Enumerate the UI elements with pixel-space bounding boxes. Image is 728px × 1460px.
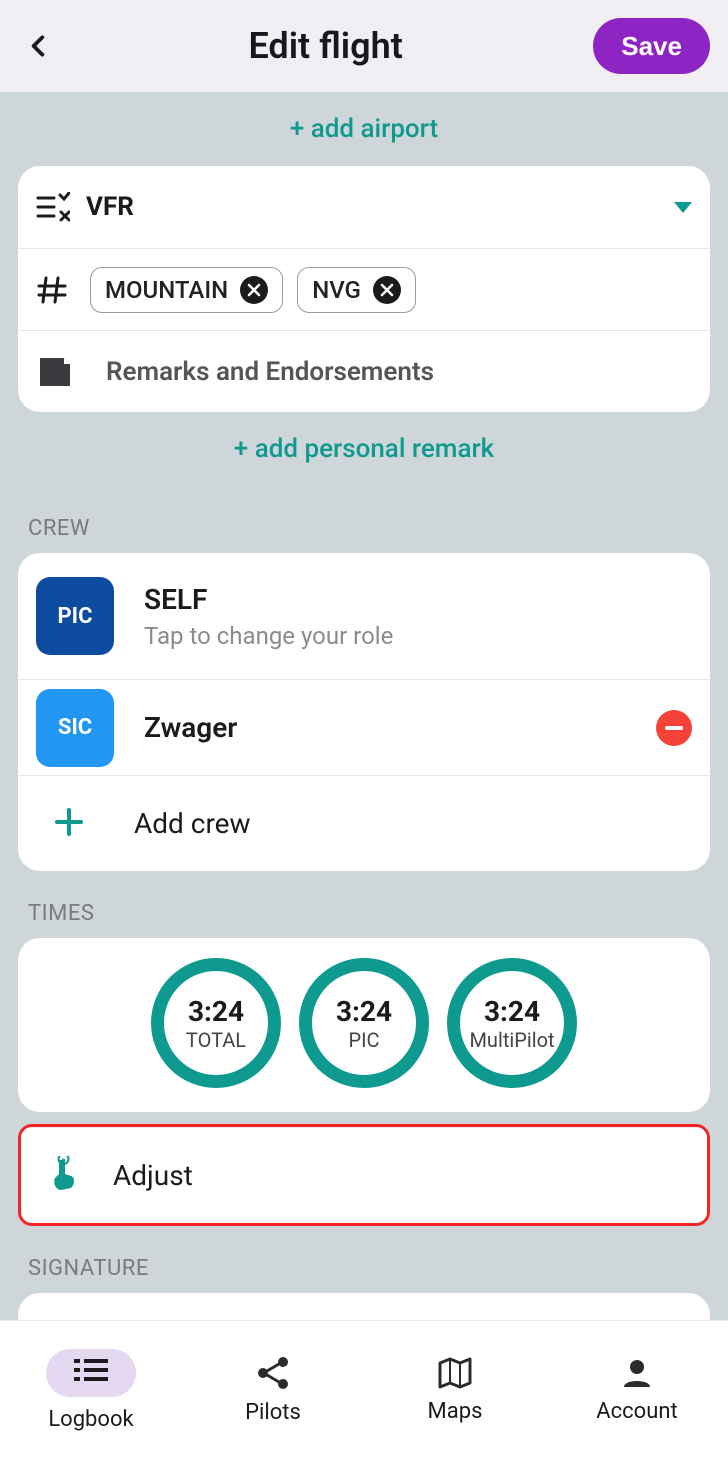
- tag-remove-button[interactable]: [373, 276, 401, 304]
- flight-rules-row[interactable]: VFR: [18, 166, 710, 248]
- tab-label: Maps: [428, 1399, 483, 1424]
- time-rings: 3:24 TOTAL 3:24 PIC 3:24 MultiPilot: [18, 952, 710, 1098]
- add-airport-link[interactable]: + add airport: [0, 92, 728, 166]
- flight-details-card: VFR MOUNTAIN NVG: [18, 166, 710, 412]
- tab-label: Pilots: [245, 1400, 301, 1425]
- adjust-row[interactable]: Adjust: [21, 1127, 707, 1223]
- add-personal-remark-link[interactable]: + add personal remark: [0, 412, 728, 486]
- dropdown-chevron-icon: [674, 202, 692, 213]
- tab-label: Account: [596, 1399, 677, 1424]
- remarks-label: Remarks and Endorsements: [106, 357, 434, 387]
- times-card: 3:24 TOTAL 3:24 PIC 3:24 MultiPilot: [18, 938, 710, 1112]
- time-ring-multipilot[interactable]: 3:24 MultiPilot: [447, 958, 577, 1088]
- adjust-label: Adjust: [113, 1159, 193, 1192]
- tag-chip: MOUNTAIN: [90, 267, 283, 313]
- tag-label: NVG: [312, 276, 361, 304]
- remove-crew-button[interactable]: [656, 710, 692, 746]
- time-label: TOTAL: [186, 1028, 246, 1052]
- crew-subtitle: Tap to change your role: [144, 622, 393, 650]
- tag-remove-button[interactable]: [240, 276, 268, 304]
- crew-name: SELF: [144, 583, 393, 616]
- map-icon: [438, 1357, 472, 1389]
- time-ring-total[interactable]: 3:24 TOTAL: [151, 958, 281, 1088]
- tags-row[interactable]: MOUNTAIN NVG: [18, 248, 710, 330]
- crew-row-self[interactable]: PIC SELF Tap to change your role: [18, 553, 710, 679]
- save-button[interactable]: Save: [593, 18, 710, 74]
- role-badge: SIC: [36, 689, 114, 767]
- hash-icon: [36, 274, 86, 306]
- crew-card: PIC SELF Tap to change your role SIC Zwa…: [18, 553, 710, 871]
- tab-maps[interactable]: Maps: [364, 1321, 546, 1460]
- rules-icon: [36, 192, 86, 222]
- tab-label: Logbook: [48, 1407, 133, 1432]
- page-title: Edit flight: [248, 25, 402, 67]
- tab-pilots[interactable]: Pilots: [182, 1321, 364, 1460]
- time-ring-pic[interactable]: 3:24 PIC: [299, 958, 429, 1088]
- signature-section-label: SIGNATURE: [0, 1226, 728, 1293]
- back-button[interactable]: [18, 26, 58, 66]
- header: Edit flight Save: [0, 0, 728, 92]
- sign-record-row[interactable]: Sign record: [18, 1293, 710, 1320]
- time-label: PIC: [348, 1028, 379, 1052]
- time-value: 3:24: [484, 995, 540, 1028]
- person-icon: [621, 1357, 653, 1389]
- tag-chip: NVG: [297, 267, 416, 313]
- times-section-label: TIMES: [0, 871, 728, 938]
- crew-name: Zwager: [144, 711, 237, 744]
- time-label: MultiPilot: [469, 1028, 554, 1052]
- time-value: 3:24: [336, 995, 392, 1028]
- signature-card: Sign record: [18, 1293, 710, 1320]
- role-badge: PIC: [36, 577, 114, 655]
- share-icon: [256, 1356, 290, 1390]
- tab-bar: Logbook Pilots Maps Account: [0, 1320, 728, 1460]
- tab-logbook[interactable]: Logbook: [0, 1321, 182, 1460]
- flight-rules-value: VFR: [86, 192, 134, 222]
- add-crew-row[interactable]: Add crew: [18, 775, 710, 871]
- touch-icon: [49, 1156, 79, 1196]
- content: + add airport VFR MOUNTAIN NVG: [0, 92, 728, 1320]
- list-icon: [74, 1357, 108, 1383]
- plus-icon: [54, 807, 84, 841]
- chevron-left-icon: [25, 28, 51, 64]
- time-value: 3:24: [188, 995, 244, 1028]
- tag-label: MOUNTAIN: [105, 276, 228, 304]
- tab-account[interactable]: Account: [546, 1321, 728, 1460]
- note-icon: [36, 356, 86, 388]
- add-crew-label: Add crew: [134, 807, 251, 840]
- adjust-highlight: Adjust: [18, 1124, 710, 1226]
- crew-row[interactable]: SIC Zwager: [18, 679, 710, 775]
- remarks-row[interactable]: Remarks and Endorsements: [18, 330, 710, 412]
- crew-section-label: CREW: [0, 486, 728, 553]
